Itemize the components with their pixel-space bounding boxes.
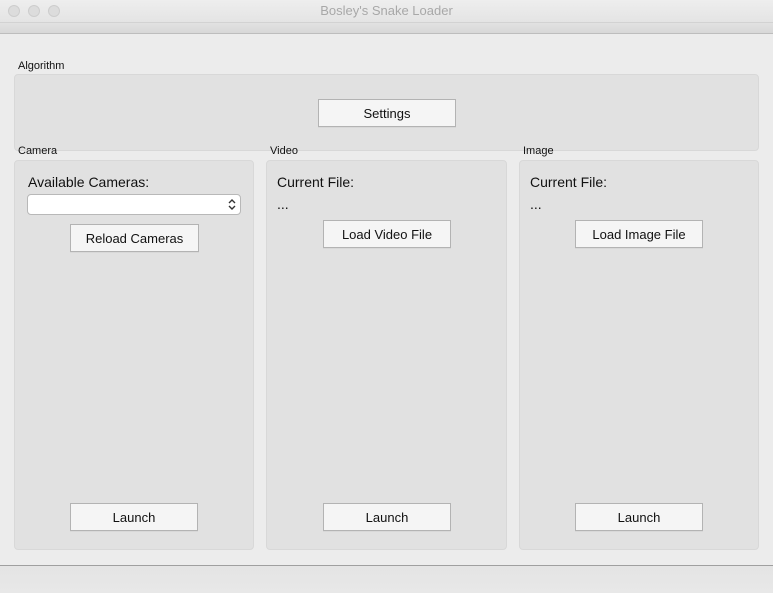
image-group-label: Image <box>523 145 554 157</box>
reload-cameras-button[interactable]: Reload Cameras <box>70 224 199 252</box>
available-cameras-label: Available Cameras: <box>28 174 150 190</box>
toolbar-strip <box>0 23 773 34</box>
camera-launch-button[interactable]: Launch <box>70 503 198 531</box>
load-video-file-button[interactable]: Load Video File <box>323 220 451 248</box>
chevron-up-down-icon <box>228 199 236 210</box>
video-launch-button[interactable]: Launch <box>323 503 451 531</box>
image-panel: Current File: ... Load Image File Launch <box>519 160 759 550</box>
settings-button[interactable]: Settings <box>318 99 456 127</box>
window-title: Bosley's Snake Loader <box>320 3 453 18</box>
image-current-file-value: ... <box>530 196 542 212</box>
camera-select[interactable] <box>27 194 241 215</box>
video-current-file-value: ... <box>277 196 289 212</box>
image-current-file-label: Current File: <box>530 174 608 190</box>
status-bar <box>0 565 773 593</box>
video-panel: Current File: ... Load Video File Launch <box>266 160 507 550</box>
title-bar: Bosley's Snake Loader <box>0 0 773 23</box>
camera-group-label: Camera <box>18 145 58 157</box>
video-group-label: Video <box>270 145 298 157</box>
camera-panel: Available Cameras: Reload Cameras Launch <box>14 160 254 550</box>
image-launch-button[interactable]: Launch <box>575 503 703 531</box>
algorithm-group-label: Algorithm <box>18 60 65 72</box>
load-image-file-button[interactable]: Load Image File <box>575 220 703 248</box>
video-current-file-label: Current File: <box>277 174 355 190</box>
algorithm-panel: Settings <box>14 74 759 151</box>
